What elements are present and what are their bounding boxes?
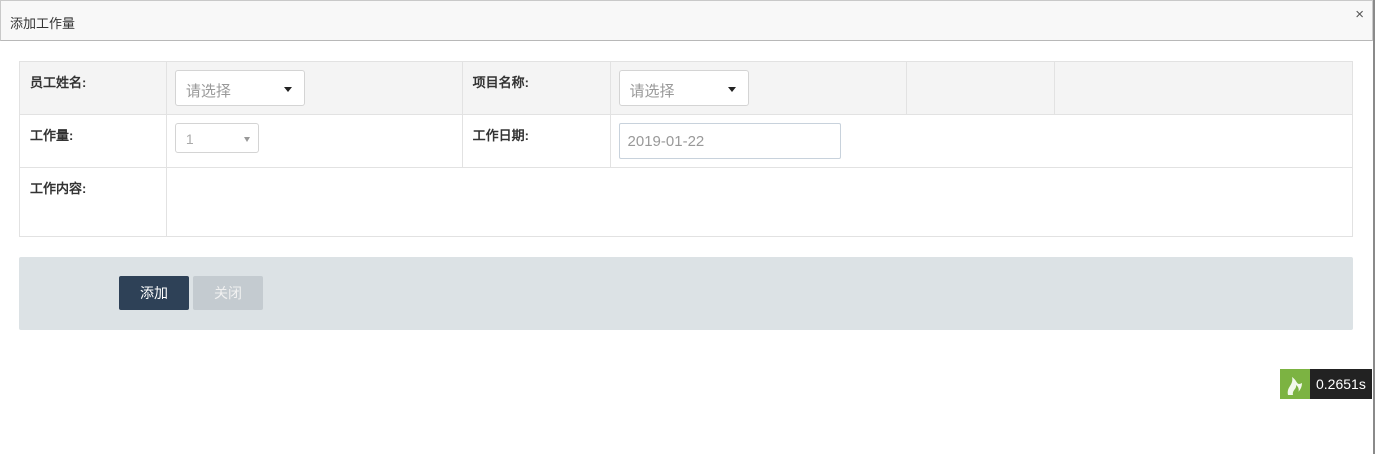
perf-timer-text: 0.2651s bbox=[1310, 369, 1372, 399]
workload-value: 1 bbox=[185, 131, 194, 147]
workload-form: 员工姓名: 请选择 项目名称: 请选择 工作量: 1 工作日期: 2019-01… bbox=[19, 61, 1354, 237]
workload-cell: 1 bbox=[165, 114, 463, 168]
chevron-down-icon bbox=[727, 87, 736, 92]
project-name-label: 项目名称: bbox=[461, 61, 611, 115]
form-row-content: 工作内容: bbox=[19, 167, 1354, 237]
work-content-cell[interactable] bbox=[165, 167, 1354, 237]
workload-label: 工作量: bbox=[19, 114, 167, 168]
add-button[interactable]: 添加 bbox=[119, 276, 189, 310]
employee-name-select[interactable]: 请选择 bbox=[174, 70, 305, 106]
add-workload-dialog: 添加工作量 × 员工姓名: 请选择 项目名称: 请选择 工作量: 1 工作日期:… bbox=[0, 0, 1375, 454]
form-row-workload-date: 工作量: 1 工作日期: bbox=[19, 114, 1354, 168]
work-content-label: 工作内容: bbox=[19, 167, 167, 237]
work-date-input[interactable] bbox=[618, 123, 841, 159]
work-date-label: 工作日期: bbox=[461, 114, 611, 168]
form-row-employee-project: 员工姓名: 请选择 项目名称: 请选择 bbox=[19, 61, 1353, 115]
chevron-down-icon bbox=[243, 137, 250, 142]
project-name-select[interactable]: 请选择 bbox=[618, 70, 749, 106]
workload-select[interactable]: 1 bbox=[174, 123, 259, 153]
work-date-cell bbox=[609, 114, 1354, 168]
empty-cell bbox=[906, 61, 1056, 115]
chevron-down-icon bbox=[283, 87, 292, 92]
project-name-cell: 请选择 bbox=[609, 61, 908, 115]
close-icon[interactable]: × bbox=[1355, 7, 1364, 22]
employee-name-placeholder: 请选择 bbox=[185, 83, 231, 100]
perf-timer-badge: 0.2651s bbox=[1280, 369, 1372, 399]
employee-name-label: 员工姓名: bbox=[19, 61, 167, 115]
dialog-title: 添加工作量 bbox=[10, 16, 76, 31]
close-button[interactable]: 关闭 bbox=[193, 276, 263, 310]
empty-cell bbox=[1054, 61, 1353, 115]
project-name-placeholder: 请选择 bbox=[629, 83, 675, 100]
flame-logo-icon bbox=[1280, 369, 1310, 399]
dialog-titlebar: 添加工作量 × bbox=[0, 0, 1373, 41]
dialog-footer: 添加 关闭 bbox=[19, 257, 1353, 330]
employee-name-cell: 请选择 bbox=[165, 61, 463, 115]
